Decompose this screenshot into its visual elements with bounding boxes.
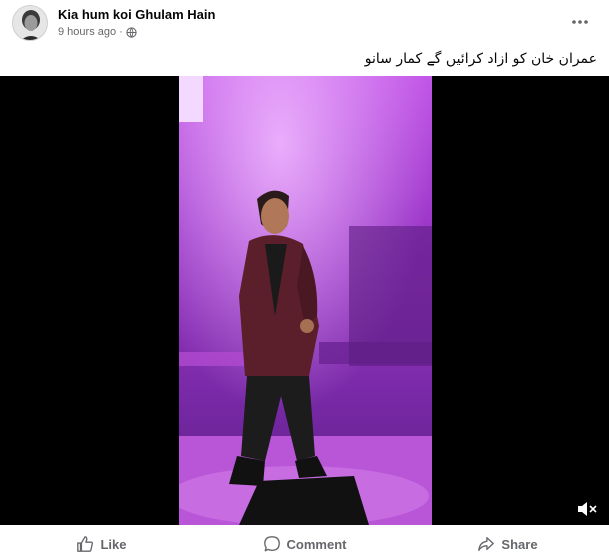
post-actions-bar: Like Comment Share — [0, 530, 609, 558]
meta-separator: · — [119, 26, 123, 38]
post-header: Kia hum koi Ghulam Hain 9 hours ago · — [0, 0, 609, 44]
thumbs-up-icon — [77, 536, 94, 552]
like-label: Like — [100, 536, 127, 552]
share-button[interactable]: Share — [406, 530, 609, 558]
concert-scene — [179, 76, 432, 525]
comment-label: Comment — [286, 536, 347, 552]
globe-icon — [126, 26, 137, 38]
comment-button[interactable]: Comment — [203, 530, 406, 558]
author-name[interactable]: Kia hum koi Ghulam Hain — [58, 7, 215, 22]
post-meta: 9 hours ago · — [58, 26, 137, 38]
speech-bubble-icon — [263, 536, 280, 552]
more-options-button[interactable] — [566, 8, 594, 36]
speaker-muted-icon — [578, 502, 597, 516]
volume-toggle-button[interactable] — [575, 498, 599, 520]
share-label: Share — [501, 536, 538, 552]
author-avatar[interactable] — [12, 5, 48, 41]
post-caption: عمران خان کو ازاد کرائیں گے کمار سانو — [364, 51, 597, 67]
video-frame — [179, 76, 432, 525]
share-arrow-icon — [478, 537, 495, 551]
video-player[interactable] — [0, 76, 609, 525]
post-timestamp[interactable]: 9 hours ago — [58, 26, 116, 38]
like-button[interactable]: Like — [0, 530, 203, 558]
more-options-icon — [572, 20, 588, 24]
avatar-portrait — [13, 6, 47, 40]
